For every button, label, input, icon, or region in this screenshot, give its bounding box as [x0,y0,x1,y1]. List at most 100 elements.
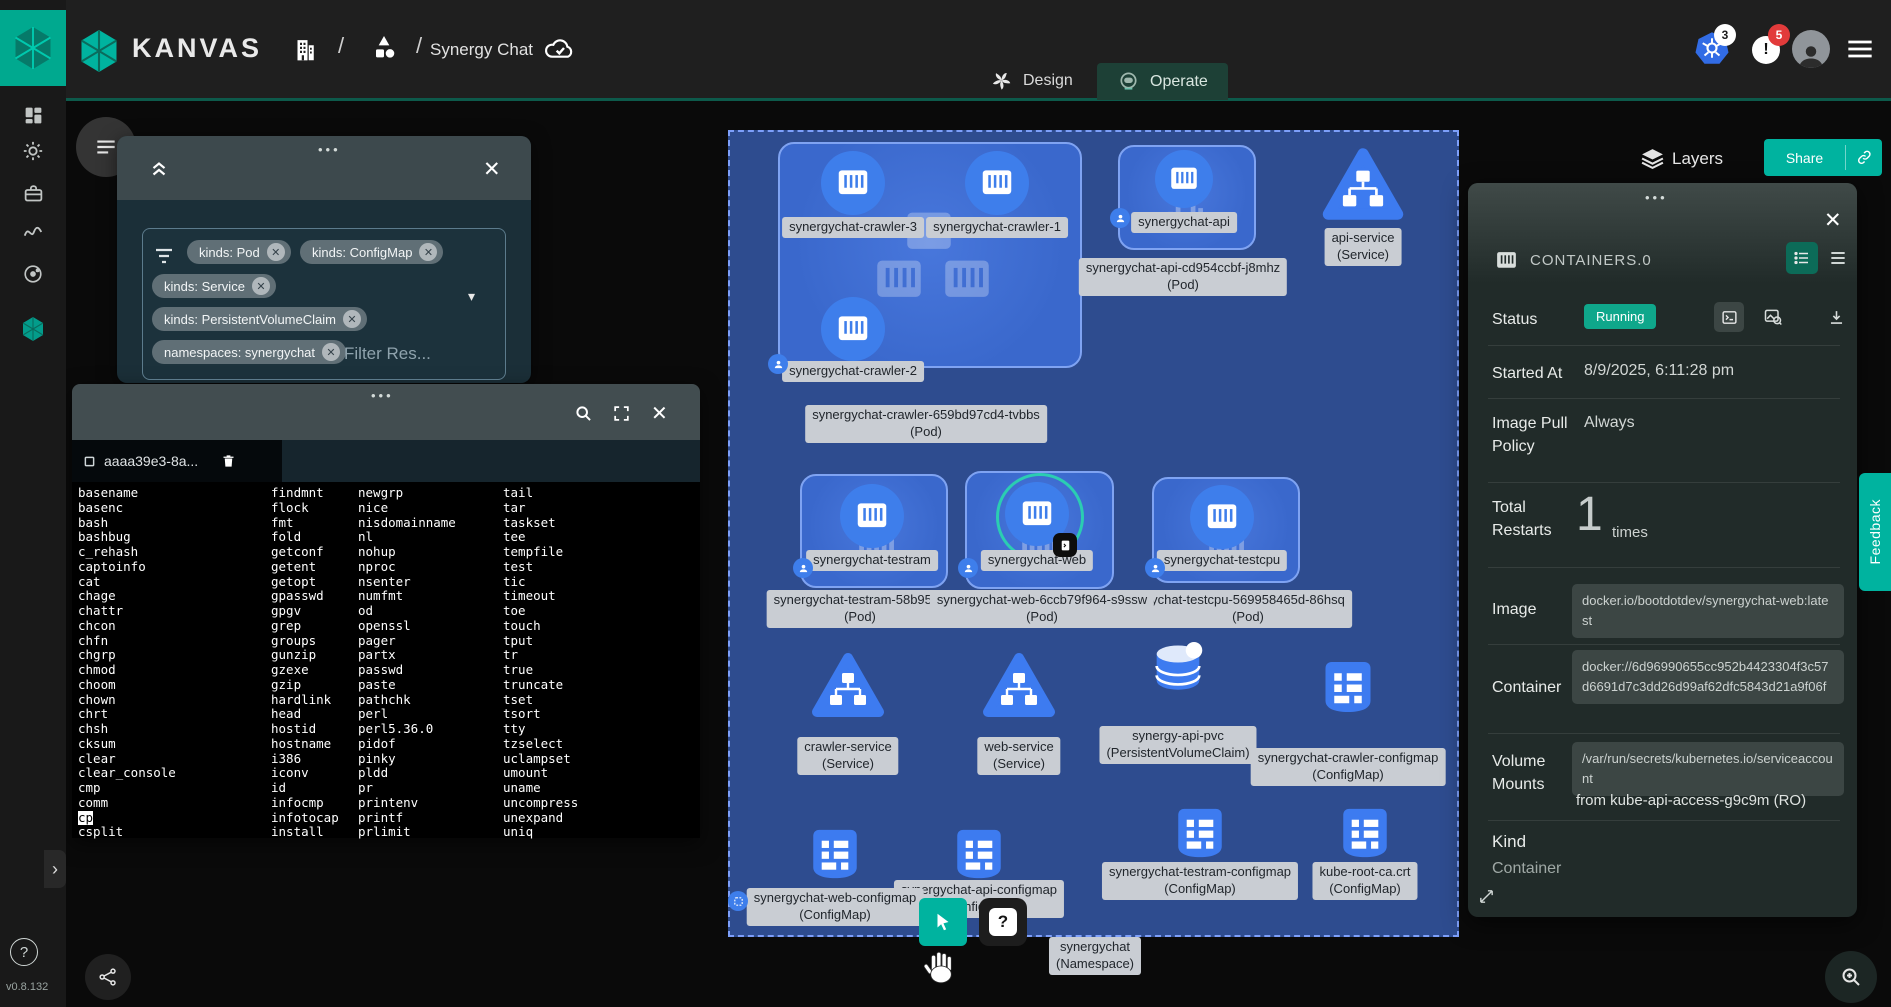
container-node-testram[interactable] [840,484,904,548]
filter-chip[interactable]: namespaces: synergychat ✕ [152,340,346,364]
pod-label-chip[interactable]: synergychat-crawler-659bd97cd4-tvbbs (Po… [805,405,1047,443]
pod-label-chip[interactable]: synergychat-api-cd954ccbf-j8mhz (Pod) [1079,258,1287,296]
zoom-button[interactable] [1825,951,1877,1003]
pan-tool-button[interactable] [919,898,967,946]
remove-chip-icon[interactable]: ✕ [267,243,285,261]
node-label[interactable]: synergychat-crawler-3 [782,217,924,238]
expand-filters-icon[interactable]: ▾ [468,288,475,305]
node-label[interactable]: synergychat-api [1131,212,1237,233]
terminal-line: fold [271,530,339,545]
close-icon[interactable]: ✕ [1824,208,1842,233]
pvc-label-chip[interactable]: synergy-api-pvc (PersistentVolumeClaim) [1099,726,1256,764]
filter-chip[interactable]: kinds: PersistentVolumeClaim ✕ [152,307,367,331]
layers-label[interactable]: Layers [1672,149,1723,169]
node-label[interactable]: synergychat-testram [806,550,938,571]
node-label[interactable]: synergychat-crawler-2 [782,361,924,382]
details-view-toggle[interactable] [1786,242,1818,274]
organization-icon[interactable] [290,33,320,65]
menu-icon[interactable] [1846,38,1874,60]
sidebar-item-chaos[interactable] [0,257,66,291]
namespace-label-chip[interactable]: synergychat (Namespace) [1049,937,1141,975]
sidebar-item-toolkit[interactable] [0,176,66,210]
configmap-label-chip[interactable]: synergychat-testram-configmap (ConfigMap… [1102,862,1298,900]
sidebar-item-dashboard[interactable] [0,98,66,132]
remove-chip-icon[interactable]: ✕ [419,243,437,261]
configmap-node-icon[interactable] [950,824,1008,884]
filter-chip[interactable]: kinds: ConfigMap ✕ [300,240,443,264]
configmap-node-icon[interactable] [1318,656,1378,718]
container-node-api[interactable] [1155,150,1213,208]
collapse-icon[interactable] [148,158,170,180]
configmap-label-chip[interactable]: synergychat-web-configmap (ConfigMap) [747,888,924,926]
kanvas-logo-icon[interactable] [78,28,120,74]
drag-handle-icon[interactable]: ••• [371,388,394,403]
help-button[interactable]: ? [10,938,38,966]
node-label[interactable]: synergychat-crawler-1 [926,217,1068,238]
container-node-crawler-2[interactable] [821,297,885,361]
node-label[interactable]: synergychat-web [981,550,1093,571]
service-label-chip[interactable]: api-service (Service) [1325,228,1402,266]
volume-path-box[interactable]: /var/run/secrets/kubernetes.io/serviceac… [1572,742,1844,796]
filter-input-placeholder[interactable]: Filter Res... [344,344,431,364]
remove-chip-icon[interactable]: ✕ [322,343,340,361]
configmap-node-icon[interactable] [806,824,864,884]
container-node-testcpu[interactable] [1190,485,1254,549]
brand-wordmark[interactable]: KANVAS [132,33,262,64]
remove-chip-icon[interactable]: ✕ [252,277,270,295]
breadcrumb-project-name[interactable]: Synergy Chat [430,40,533,60]
view-logs-button[interactable] [1758,302,1788,332]
pod-label-chip[interactable]: ychat-testcpu-569958465d-86hsq (Pod) [1144,590,1352,628]
close-icon[interactable]: ✕ [651,401,668,426]
copy-link-icon[interactable] [1846,149,1882,166]
open-terminal-button[interactable] [1714,302,1744,332]
service-label-chip[interactable]: web-service (Service) [977,737,1060,775]
drag-handle-icon[interactable]: ••• [318,142,341,157]
workspace-icon[interactable] [368,31,400,65]
configmap-label-chip[interactable]: synergychat-crawler-configmap (ConfigMap… [1251,748,1446,786]
terminal-output[interactable]: basenamebasencbashbashbugc_rehashcaptoin… [72,482,700,838]
service-node-crawler-service[interactable] [811,651,885,719]
configmap-label-chip[interactable]: kube-root-ca.crt (ConfigMap) [1312,862,1417,900]
configmap-node-icon[interactable] [1171,803,1229,863]
filter-chip[interactable]: kinds: Pod ✕ [187,240,291,264]
terminal-tab[interactable]: aaaa39e3-8a... [72,440,282,482]
pod-label-chip[interactable]: synergychat-testram-58b9567 (Pod) [767,590,954,628]
pod-label-chip[interactable]: synergychat-web-6ccb79f964-s9ssw (Pod) [930,590,1154,628]
tab-operate[interactable]: Operate [1097,63,1228,100]
meshery-logo[interactable] [0,10,66,86]
service-label-chip[interactable]: crawler-service (Service) [797,737,898,775]
tab-design[interactable]: Design [990,69,1073,92]
fullscreen-icon[interactable] [612,404,631,423]
search-icon[interactable] [573,403,594,424]
expand-sidebar-chevron[interactable]: › [44,850,66,888]
container-value-box[interactable]: docker://6d96990655cc952b4423304f3c57d66… [1572,650,1844,704]
terminal-badge-icon[interactable] [1053,533,1077,557]
shortcut-help-button[interactable]: ? [979,898,1027,946]
notifications-button[interactable]: ! 5 [1752,36,1780,64]
feedback-tab[interactable]: Feedback [1859,473,1891,591]
trash-icon[interactable] [221,453,236,469]
sidebar-item-performance[interactable] [0,215,66,249]
service-node-web-service[interactable] [982,651,1056,719]
pvc-node-icon[interactable] [1146,638,1210,702]
user-avatar[interactable] [1792,30,1830,68]
image-value-box[interactable]: docker.io/bootdotdev/synergychat-web:lat… [1572,584,1844,638]
sidebar-item-kanvas-active[interactable] [0,312,66,346]
list-view-toggle[interactable] [1826,246,1850,270]
share-button[interactable]: Share [1764,139,1882,176]
layers-icon[interactable] [1640,146,1665,171]
service-node-api-service[interactable] [1321,146,1405,222]
filter-chip[interactable]: kinds: Service ✕ [152,274,276,298]
container-node-crawler-1[interactable] [965,151,1029,215]
download-button[interactable] [1822,303,1850,331]
configmap-node-icon[interactable] [1336,803,1394,863]
drag-handle-icon[interactable]: ••• [1645,190,1668,205]
expand-panel-icon[interactable] [1478,888,1495,905]
kubernetes-context-button[interactable]: 3 [1694,30,1730,66]
remove-chip-icon[interactable]: ✕ [343,310,361,328]
canvas-action-button[interactable] [85,954,131,1000]
container-node-crawler-3[interactable] [821,151,885,215]
close-icon[interactable]: ✕ [483,157,501,182]
sidebar-item-settings[interactable] [0,134,66,168]
node-label[interactable]: synergychat-testcpu [1157,550,1287,571]
